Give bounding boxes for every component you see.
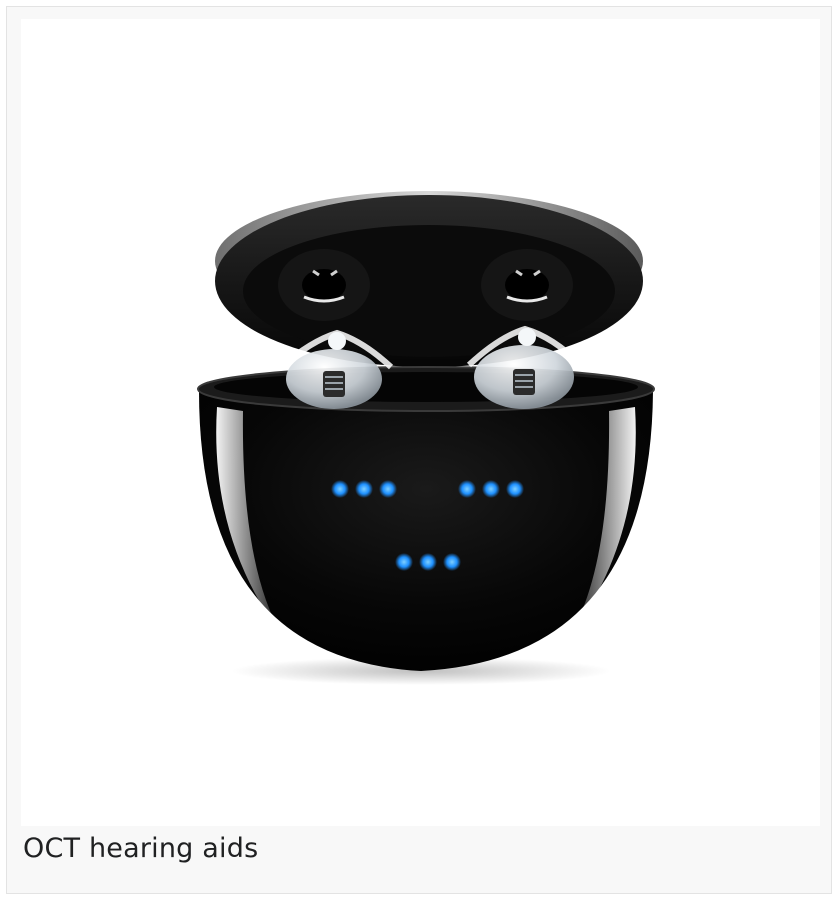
led-indicator: [482, 480, 500, 498]
led-group-right: [458, 480, 524, 498]
lid-recess-right: [481, 249, 573, 321]
led-indicator: [443, 553, 461, 571]
led-indicator: [331, 480, 349, 498]
led-indicator: [506, 480, 524, 498]
image-caption: OCT hearing aids: [23, 833, 259, 864]
case-body: [197, 366, 655, 671]
lid-recess-left: [278, 249, 370, 321]
led-indicator: [458, 480, 476, 498]
led-group-bottom: [395, 553, 461, 571]
led-indicator: [355, 480, 373, 498]
figure-frame: OCT hearing aids: [6, 6, 832, 894]
led-group-left: [331, 480, 397, 498]
led-indicator: [379, 480, 397, 498]
product-image: [21, 19, 820, 826]
led-indicator: [419, 553, 437, 571]
hearing-aid-case-illustration: [197, 191, 655, 685]
case-lid: [215, 191, 643, 367]
led-indicator: [395, 553, 413, 571]
